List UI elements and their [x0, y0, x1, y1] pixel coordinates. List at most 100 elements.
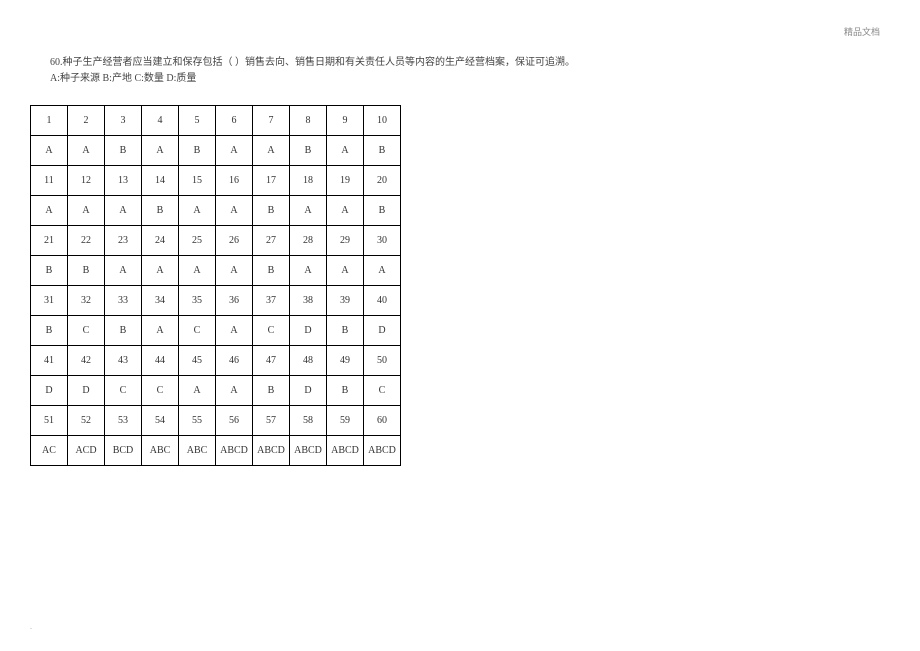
table-cell: 35	[179, 286, 216, 316]
table-cell: 20	[364, 166, 401, 196]
table-cell: B	[142, 196, 179, 226]
table-cell: B	[253, 196, 290, 226]
table-row: ACACDBCDABCABCABCDABCDABCDABCDABCD	[31, 436, 401, 466]
table-cell: 9	[327, 106, 364, 136]
table-cell: B	[327, 316, 364, 346]
table-cell: 11	[31, 166, 68, 196]
answer-table: 12345678910AABABAABAB1112131415161718192…	[30, 105, 401, 466]
table-row: BBAAAABAAA	[31, 256, 401, 286]
table-cell: 36	[216, 286, 253, 316]
table-cell: A	[142, 256, 179, 286]
table-cell: 2	[68, 106, 105, 136]
table-cell: 50	[364, 346, 401, 376]
table-cell: ABCD	[290, 436, 327, 466]
table-cell: 59	[327, 406, 364, 436]
table-cell: 51	[31, 406, 68, 436]
table-cell: ABCD	[253, 436, 290, 466]
table-cell: B	[253, 256, 290, 286]
table-cell: 34	[142, 286, 179, 316]
table-cell: 3	[105, 106, 142, 136]
table-cell: A	[216, 196, 253, 226]
table-cell: 14	[142, 166, 179, 196]
table-cell: 47	[253, 346, 290, 376]
table-row: BCBACACDBD	[31, 316, 401, 346]
table-cell: 52	[68, 406, 105, 436]
table-cell: 32	[68, 286, 105, 316]
table-cell: C	[364, 376, 401, 406]
table-cell: 43	[105, 346, 142, 376]
table-cell: 17	[253, 166, 290, 196]
footer-dot: .	[30, 622, 32, 631]
table-cell: B	[327, 376, 364, 406]
table-cell: B	[253, 376, 290, 406]
table-cell: C	[68, 316, 105, 346]
question-block: 60.种子生产经营者应当建立和保存包括（ ）销售去向、销售日期和有关责任人员等内…	[30, 55, 890, 87]
table-cell: 55	[179, 406, 216, 436]
table-cell: B	[364, 136, 401, 166]
question-text: 60.种子生产经营者应当建立和保存包括（ ）销售去向、销售日期和有关责任人员等内…	[30, 55, 890, 71]
table-cell: 21	[31, 226, 68, 256]
table-cell: 30	[364, 226, 401, 256]
table-cell: B	[290, 136, 327, 166]
table-row: 51525354555657585960	[31, 406, 401, 436]
table-cell: 12	[68, 166, 105, 196]
table-row: 41424344454647484950	[31, 346, 401, 376]
table-cell: A	[216, 316, 253, 346]
table-cell: A	[327, 136, 364, 166]
table-cell: D	[290, 316, 327, 346]
table-cell: 56	[216, 406, 253, 436]
table-cell: B	[31, 316, 68, 346]
table-cell: 60	[364, 406, 401, 436]
table-cell: 10	[364, 106, 401, 136]
table-cell: A	[327, 196, 364, 226]
table-cell: C	[179, 316, 216, 346]
table-cell: A	[216, 376, 253, 406]
table-cell: A	[31, 196, 68, 226]
table-cell: C	[105, 376, 142, 406]
table-cell: A	[105, 256, 142, 286]
table-cell: 6	[216, 106, 253, 136]
table-cell: A	[105, 196, 142, 226]
table-cell: D	[31, 376, 68, 406]
table-cell: 19	[327, 166, 364, 196]
table-cell: ABCD	[364, 436, 401, 466]
table-cell: B	[68, 256, 105, 286]
table-cell: 1	[31, 106, 68, 136]
table-cell: C	[142, 376, 179, 406]
table-cell: AC	[31, 436, 68, 466]
table-cell: B	[364, 196, 401, 226]
table-cell: 13	[105, 166, 142, 196]
table-row: 12345678910	[31, 106, 401, 136]
table-cell: A	[216, 256, 253, 286]
document-content: 60.种子生产经营者应当建立和保存包括（ ）销售去向、销售日期和有关责任人员等内…	[0, 0, 920, 466]
table-cell: 4	[142, 106, 179, 136]
table-cell: 53	[105, 406, 142, 436]
table-cell: 46	[216, 346, 253, 376]
question-number: 60.	[50, 57, 63, 68]
table-cell: 44	[142, 346, 179, 376]
table-cell: 31	[31, 286, 68, 316]
table-cell: 8	[290, 106, 327, 136]
table-cell: 16	[216, 166, 253, 196]
table-cell: 25	[179, 226, 216, 256]
table-cell: A	[364, 256, 401, 286]
question-options: A:种子来源 B:产地 C:数量 D:质量	[30, 71, 890, 87]
table-cell: A	[253, 136, 290, 166]
table-row: 31323334353637383940	[31, 286, 401, 316]
table-cell: 18	[290, 166, 327, 196]
question-body: 种子生产经营者应当建立和保存包括（ ）销售去向、销售日期和有关责任人员等内容的生…	[63, 57, 576, 68]
table-cell: A	[290, 196, 327, 226]
table-cell: ABC	[179, 436, 216, 466]
table-cell: 29	[327, 226, 364, 256]
table-cell: D	[68, 376, 105, 406]
table-cell: B	[105, 316, 142, 346]
table-cell: ABC	[142, 436, 179, 466]
table-cell: 15	[179, 166, 216, 196]
table-cell: 57	[253, 406, 290, 436]
table-cell: 23	[105, 226, 142, 256]
table-cell: ABCD	[327, 436, 364, 466]
table-cell: 24	[142, 226, 179, 256]
table-cell: 26	[216, 226, 253, 256]
table-cell: 37	[253, 286, 290, 316]
table-cell: 48	[290, 346, 327, 376]
